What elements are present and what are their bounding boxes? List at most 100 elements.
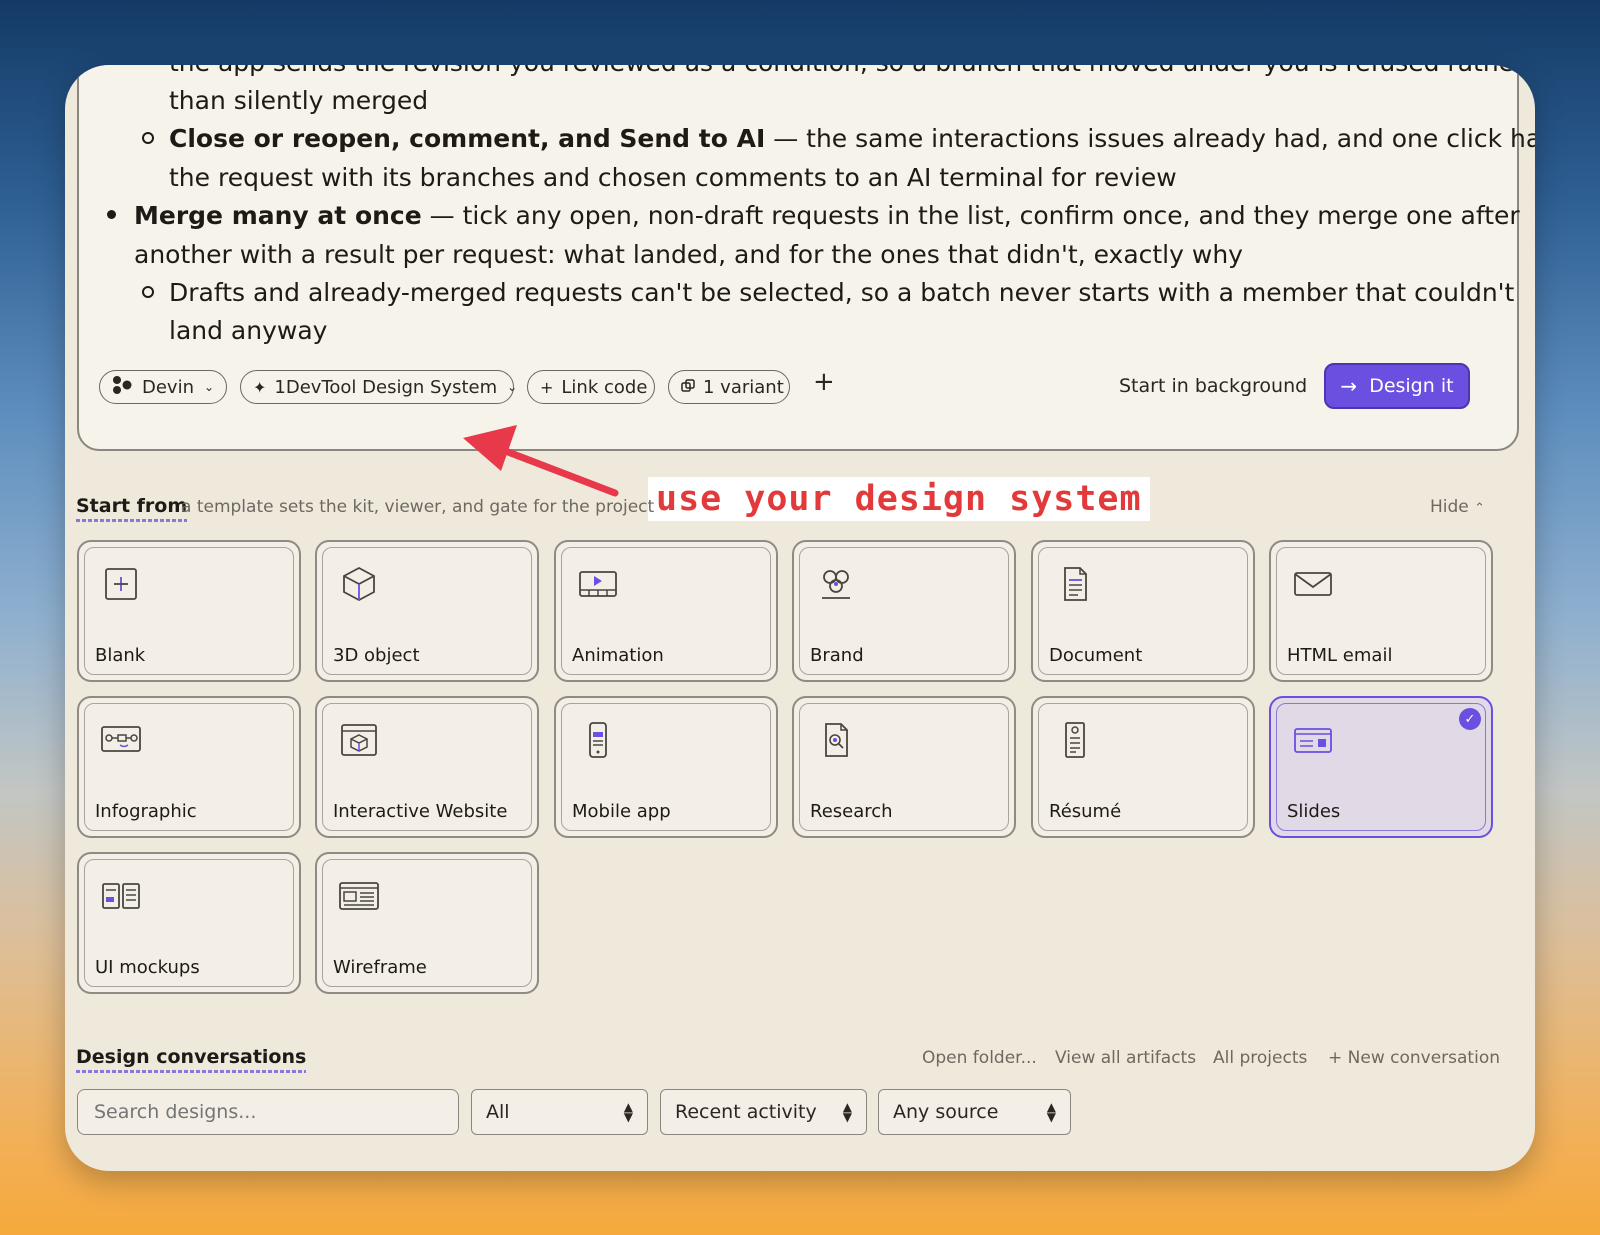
- app-window: the app sends the revision you reviewed …: [65, 65, 1535, 1171]
- hide-button[interactable]: Hide ⌃: [1430, 497, 1485, 517]
- chevron-down-icon: ⌄: [204, 380, 215, 394]
- title-underline: [76, 1070, 307, 1073]
- note-line: another with a result per request: what …: [134, 240, 1243, 269]
- template-resume[interactable]: Résumé: [1031, 696, 1255, 838]
- start-from-title-text: Start from: [76, 495, 188, 517]
- sort-select[interactable]: Recent activity ▲ ▼: [660, 1089, 867, 1135]
- plus-icon: +: [540, 377, 554, 397]
- annotation-arrow: [463, 425, 619, 497]
- phone-icon: [589, 722, 607, 758]
- start-from-title: Start from: [76, 495, 188, 522]
- sparkle-icon: ✦: [253, 377, 267, 397]
- template-mobile-app[interactable]: Mobile app: [554, 696, 778, 838]
- design-it-button[interactable]: → Design it: [1324, 363, 1470, 409]
- template-blank[interactable]: Blank: [77, 540, 301, 682]
- updown-chevron-icon: ▲ ▼: [623, 1100, 633, 1124]
- template-label: Slides: [1287, 801, 1341, 822]
- sort-select-value: Recent activity: [675, 1101, 817, 1123]
- template-label: 3D object: [333, 645, 420, 666]
- design-it-label: Design it: [1369, 375, 1454, 397]
- template-label: Interactive Website: [333, 801, 508, 822]
- updown-chevron-icon: ▲ ▼: [1046, 1100, 1056, 1124]
- template-label: Research: [810, 801, 893, 822]
- template-label: Blank: [95, 645, 146, 666]
- template-animation[interactable]: Animation: [554, 540, 778, 682]
- template-label: Wireframe: [333, 957, 427, 978]
- wireframe-icon: [339, 882, 379, 910]
- film-play-icon: [579, 571, 617, 597]
- note-text: — tick any open, non-draft requests in t…: [421, 201, 1520, 230]
- chevron-down-icon: ⌄: [507, 380, 518, 394]
- copy-icon: [681, 378, 695, 397]
- design-system-label: 1DevTool Design System: [274, 376, 498, 398]
- hide-label: Hide: [1430, 497, 1469, 517]
- agent-select[interactable]: Devin ⌄: [99, 370, 227, 404]
- note-line: Merge many at once — tick any open, non-…: [134, 196, 1520, 235]
- template-3d-object[interactable]: 3D object: [315, 540, 539, 682]
- source-select-value: Any source: [893, 1101, 999, 1123]
- link-code-button[interactable]: + Link code: [527, 370, 655, 404]
- search-doc-icon: [825, 723, 848, 757]
- variant-label: 1 variant: [703, 376, 784, 398]
- template-label: Document: [1049, 645, 1143, 666]
- view-all-artifacts-link[interactable]: View all artifacts: [1055, 1048, 1196, 1068]
- note-line: the app sends the revision you reviewed …: [169, 65, 1524, 82]
- flow-icon: [101, 726, 141, 752]
- start-in-background-button[interactable]: Start in background: [1119, 375, 1307, 397]
- template-interactive-website[interactable]: Interactive Website: [315, 696, 539, 838]
- filter-select-value: All: [486, 1101, 510, 1123]
- agent-label: Devin: [142, 376, 194, 398]
- cube-icon: [343, 566, 375, 602]
- resume-icon: [1065, 722, 1085, 758]
- note-text: — the same interactions issues already h…: [765, 124, 1535, 153]
- template-label: Brand: [810, 645, 864, 666]
- template-infographic[interactable]: Infographic: [77, 696, 301, 838]
- template-wireframe[interactable]: Wireframe: [315, 852, 539, 994]
- plus-square-icon: [105, 568, 137, 600]
- note-line: the request with its branches and chosen…: [169, 163, 1177, 192]
- new-conversation-link[interactable]: + New conversation: [1328, 1048, 1500, 1068]
- devin-icon: [112, 375, 134, 399]
- chevron-up-icon: ⌃: [1474, 501, 1486, 516]
- open-folder-link[interactable]: Open folder...: [922, 1048, 1037, 1068]
- template-ui-mockups[interactable]: UI mockups: [77, 852, 301, 994]
- selected-check-icon: ✓: [1459, 708, 1481, 730]
- template-label: UI mockups: [95, 957, 200, 978]
- add-icon[interactable]: +: [813, 367, 835, 397]
- template-research[interactable]: Research: [792, 696, 1016, 838]
- template-slides[interactable]: Slides ✓: [1269, 696, 1493, 838]
- title-underline: [76, 519, 188, 522]
- design-conversations-title: Design conversations: [76, 1046, 307, 1073]
- template-label: Infographic: [95, 801, 197, 822]
- bullet: [107, 210, 116, 219]
- updown-chevron-icon: ▲ ▼: [842, 1100, 852, 1124]
- design-conversations-title-text: Design conversations: [76, 1046, 307, 1068]
- slides-icon: [1294, 728, 1332, 753]
- search-designs-input[interactable]: [77, 1089, 459, 1135]
- note-bold: Merge many at once: [134, 201, 422, 230]
- note-line: Close or reopen, comment, and Send to AI…: [169, 119, 1535, 158]
- template-document[interactable]: Document: [1031, 540, 1255, 682]
- variant-button[interactable]: 1 variant: [668, 370, 790, 404]
- note-line: than silently merged: [169, 86, 429, 115]
- browser-cube-icon: [341, 724, 377, 756]
- annotation-label: use your design system: [648, 477, 1150, 521]
- sub-bullet: [142, 132, 154, 144]
- template-brand[interactable]: Brand: [792, 540, 1016, 682]
- envelope-icon: [1294, 572, 1332, 596]
- sub-bullet: [142, 286, 154, 298]
- template-html-email[interactable]: HTML email: [1269, 540, 1493, 682]
- filter-select[interactable]: All ▲ ▼: [471, 1089, 648, 1135]
- arrow-right-icon: →: [1340, 374, 1358, 398]
- note-line: Drafts and already-merged requests can't…: [169, 278, 1515, 307]
- template-label: HTML email: [1287, 645, 1393, 666]
- link-code-label: Link code: [561, 376, 648, 398]
- brand-circles-icon: [822, 570, 850, 599]
- template-label: Animation: [572, 645, 664, 666]
- all-projects-link[interactable]: All projects: [1213, 1048, 1307, 1068]
- note-line: land anyway: [169, 316, 328, 345]
- mockup-icon: [102, 883, 140, 909]
- source-select[interactable]: Any source ▲ ▼: [878, 1089, 1071, 1135]
- design-system-select[interactable]: ✦ 1DevTool Design System ⌄: [240, 370, 518, 404]
- prompt-card: the app sends the revision you reviewed …: [77, 65, 1535, 451]
